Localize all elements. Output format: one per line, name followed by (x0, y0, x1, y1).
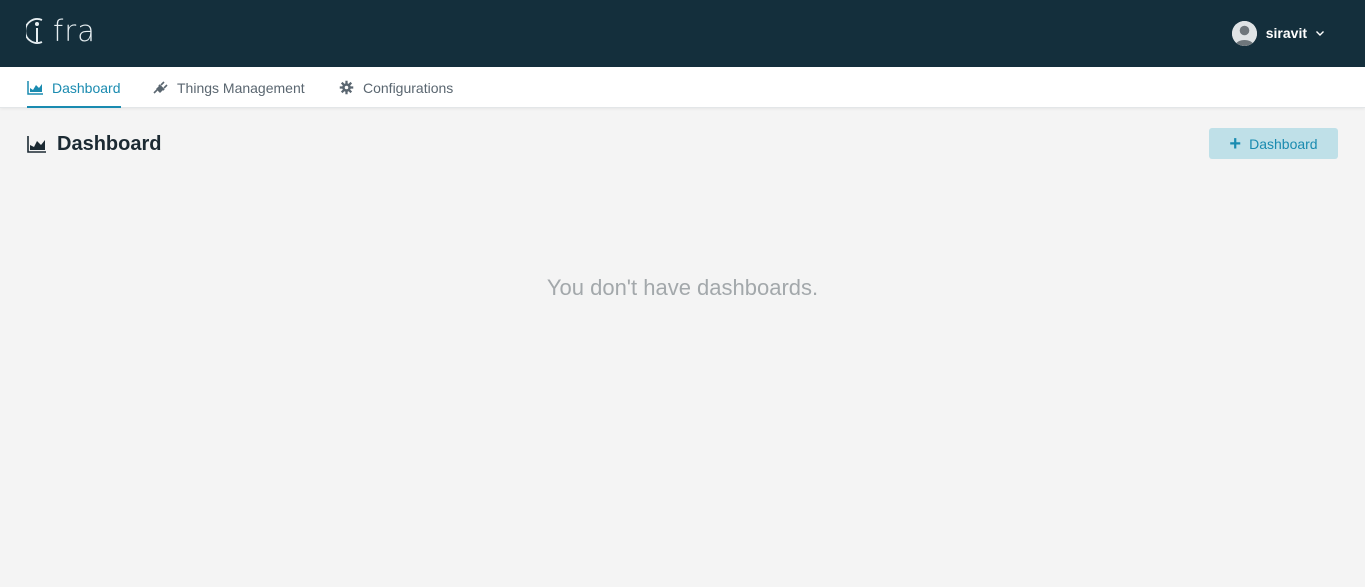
tab-things-management-label: Things Management (177, 79, 305, 96)
add-dashboard-label: Dashboard (1249, 135, 1318, 152)
tab-dashboard[interactable]: Dashboard (27, 67, 121, 108)
plus-icon: + (1229, 132, 1242, 155)
page-title-text: Dashboard (57, 132, 162, 155)
user-menu[interactable]: siravit (1231, 20, 1325, 46)
page-title: Dashboard (27, 131, 161, 157)
tab-configurations-label: Configurations (363, 79, 454, 96)
tab-things-management[interactable]: Things Management (152, 67, 305, 108)
chevron-down-icon (1316, 31, 1324, 36)
i-circle-logo-icon (26, 18, 43, 44)
gear-icon (339, 80, 354, 95)
add-dashboard-button[interactable]: + Dashboard (1209, 128, 1338, 159)
empty-state-message: You don't have dashboards. (546, 275, 819, 300)
tab-configurations[interactable]: Configurations (338, 67, 453, 108)
user-avatar-icon (1231, 20, 1257, 46)
area-chart-icon (27, 81, 43, 95)
area-chart-icon (27, 136, 46, 153)
top-header: fra siravit (0, 0, 1365, 67)
user-name: siravit (1265, 25, 1307, 41)
tab-dashboard-label: Dashboard (52, 79, 121, 96)
plug-icon (153, 81, 168, 94)
logo-text: fra (53, 14, 96, 48)
app-logo[interactable]: fra (26, 14, 96, 48)
main-nav: Dashboard Things Management Configuratio… (0, 67, 1365, 108)
